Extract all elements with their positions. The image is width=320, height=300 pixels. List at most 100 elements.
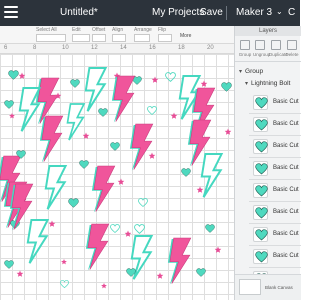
layer-row[interactable]: Basic Cut bbox=[249, 136, 301, 158]
star[interactable] bbox=[101, 283, 107, 289]
heart-outline[interactable] bbox=[165, 72, 176, 82]
chevron-down-icon[interactable]: ▾ bbox=[245, 78, 248, 90]
star[interactable] bbox=[156, 272, 164, 279]
group-tool-label: Group bbox=[238, 52, 252, 57]
layer-row[interactable]: Basic Cut bbox=[249, 246, 301, 268]
star[interactable] bbox=[48, 220, 56, 227]
star[interactable] bbox=[224, 128, 232, 135]
my-projects-link[interactable]: My Projects bbox=[152, 7, 204, 18]
ungroup-icon bbox=[255, 40, 265, 50]
more-button[interactable]: More bbox=[180, 33, 191, 39]
heart[interactable] bbox=[79, 160, 89, 169]
heart[interactable] bbox=[4, 260, 14, 269]
ruler-tick: 20 bbox=[207, 45, 214, 51]
star[interactable] bbox=[124, 230, 132, 237]
layer-name: Basic Cut bbox=[273, 99, 299, 105]
star[interactable] bbox=[196, 186, 204, 193]
heart-icon bbox=[253, 205, 268, 220]
lightning-bolt-outline[interactable] bbox=[200, 153, 224, 198]
star[interactable] bbox=[61, 259, 67, 265]
layer-row[interactable]: Basic Cut bbox=[249, 92, 301, 114]
star[interactable] bbox=[200, 80, 208, 87]
layer-row[interactable]: Basic Cut bbox=[249, 158, 301, 180]
layer-row[interactable]: Basic Cut bbox=[249, 202, 301, 224]
machine-selector[interactable]: Maker 3 bbox=[236, 7, 272, 18]
star[interactable] bbox=[151, 76, 159, 83]
delete-tool[interactable]: Delete bbox=[285, 40, 299, 57]
heart[interactable] bbox=[205, 224, 215, 233]
layer-name: Basic Cut bbox=[273, 165, 299, 171]
divider bbox=[226, 6, 227, 20]
save-button[interactable]: Save bbox=[200, 7, 223, 18]
layers-panel: Layers Group Ungroup Duplicate Delete ▾ G… bbox=[234, 26, 301, 300]
heart-outline[interactable] bbox=[60, 280, 69, 289]
chevron-down-icon[interactable]: ⌄ bbox=[276, 7, 283, 16]
layers-tab[interactable]: Layers bbox=[235, 26, 301, 36]
heart[interactable] bbox=[8, 70, 19, 80]
design-artwork[interactable] bbox=[0, 54, 234, 300]
arrange-button[interactable] bbox=[134, 34, 150, 42]
star[interactable] bbox=[82, 132, 90, 139]
align-button[interactable] bbox=[112, 34, 126, 42]
edit-toolbar: Select All Edit Offset Align Arrange Fli… bbox=[0, 26, 234, 44]
chevron-down-icon[interactable]: ▾ bbox=[239, 66, 242, 78]
ruler-tick: 14 bbox=[120, 45, 127, 51]
heart[interactable] bbox=[68, 198, 79, 208]
heart-outline[interactable] bbox=[147, 106, 157, 116]
offset-button[interactable] bbox=[92, 34, 106, 42]
edit-button[interactable] bbox=[72, 34, 90, 42]
make-button[interactable]: C bbox=[288, 7, 295, 18]
layer-row[interactable]: Basic Cut bbox=[249, 180, 301, 202]
layer-row[interactable]: Basic Cut bbox=[249, 114, 301, 136]
heart-outline[interactable] bbox=[138, 198, 148, 208]
layer-name: Basic Cut bbox=[273, 143, 299, 149]
heart-icon bbox=[253, 227, 268, 242]
toolbar-label-offset: Offset bbox=[92, 27, 106, 33]
heart[interactable] bbox=[181, 168, 191, 177]
blank-canvas-row[interactable]: Blank Canvas bbox=[235, 274, 301, 300]
star[interactable] bbox=[148, 152, 156, 159]
hamburger-menu-icon[interactable] bbox=[4, 6, 18, 20]
duplicate-tool[interactable]: Duplicate bbox=[269, 40, 288, 57]
duplicate-tool-label: Duplicate bbox=[269, 52, 288, 57]
lightning-bolt-label: Lightning Bolt bbox=[251, 80, 291, 87]
heart[interactable] bbox=[4, 100, 14, 109]
lightning-bolt-row[interactable]: ▾ Lightning Bolt bbox=[235, 78, 301, 90]
flip-button[interactable] bbox=[158, 34, 172, 42]
heart-outline[interactable] bbox=[134, 224, 145, 234]
layer-row[interactable]: Basic Cut bbox=[249, 224, 301, 246]
layer-tools: Group Ungroup Duplicate Delete bbox=[235, 38, 301, 62]
heart[interactable] bbox=[98, 108, 108, 117]
ruler-tick: 6 bbox=[4, 45, 8, 51]
heart[interactable] bbox=[221, 82, 232, 92]
star[interactable] bbox=[117, 178, 125, 185]
select-all-button[interactable] bbox=[36, 34, 66, 42]
heart-outline[interactable] bbox=[110, 224, 120, 234]
ungroup-tool[interactable]: Ungroup bbox=[253, 40, 270, 57]
group-tool[interactable]: Group bbox=[238, 40, 252, 57]
lightning-bolt-outline[interactable] bbox=[84, 67, 108, 112]
star[interactable] bbox=[16, 270, 24, 277]
heart-icon bbox=[253, 117, 268, 132]
star[interactable] bbox=[170, 112, 178, 119]
heart[interactable] bbox=[196, 268, 206, 277]
layer-name: Basic Cut bbox=[273, 121, 299, 127]
design-canvas[interactable] bbox=[0, 54, 234, 300]
heart[interactable] bbox=[70, 79, 80, 88]
group-icon bbox=[240, 40, 250, 50]
heart-icon bbox=[253, 95, 268, 110]
star[interactable] bbox=[214, 246, 222, 253]
heart[interactable] bbox=[110, 142, 120, 151]
toolbar-label-select-all: Select All bbox=[36, 27, 57, 33]
star[interactable] bbox=[9, 113, 15, 119]
ruler-tick: 10 bbox=[62, 45, 69, 51]
trash-icon bbox=[287, 40, 297, 50]
star[interactable] bbox=[18, 72, 26, 79]
lightning-bolt-outline[interactable] bbox=[66, 103, 86, 141]
toolbar-label-edit: Edit bbox=[72, 27, 81, 33]
lightning-bolt-outline[interactable] bbox=[18, 87, 42, 132]
group-row[interactable]: ▾ Group bbox=[235, 66, 301, 78]
lightning-bolt-outline[interactable] bbox=[44, 165, 68, 210]
lightning-bolt-outline[interactable] bbox=[26, 219, 50, 264]
document-title: Untitled* bbox=[60, 7, 98, 18]
